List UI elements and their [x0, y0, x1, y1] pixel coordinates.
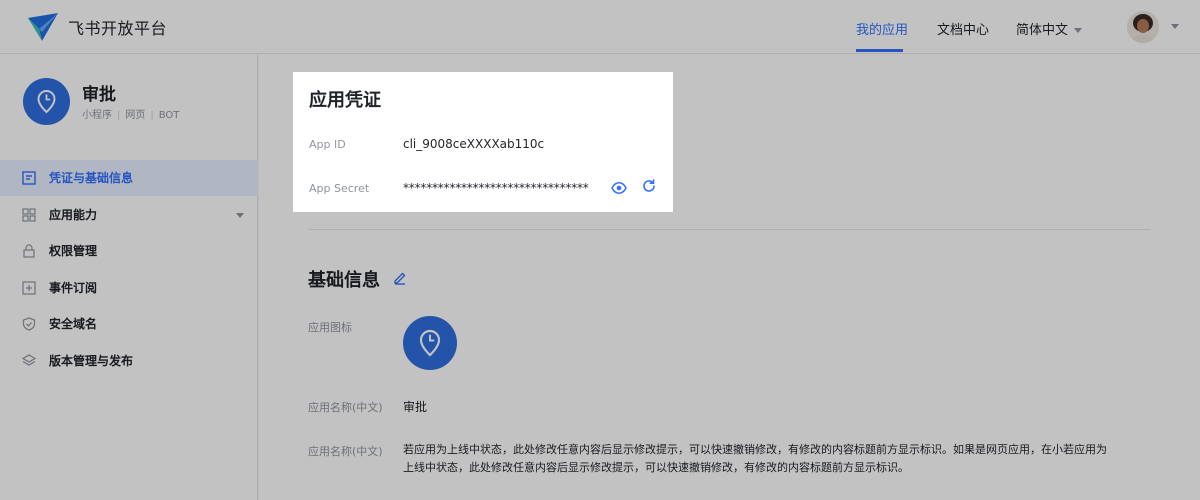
app-description-line: 上线中状态，此处修改任意内容后显示修改提示，可以快速撤销修改，有修改的内容标题前…	[403, 461, 909, 474]
section-divider	[308, 229, 1150, 230]
avatar-chevron-down-icon[interactable]	[1171, 24, 1179, 29]
language-label: 简体中文	[1016, 23, 1069, 38]
location-clock-icon	[419, 329, 441, 357]
app-description-line: 若应用为上线中状态，此处修改任意内容后显示修改提示，可以快速撤销修改，有修改的内…	[403, 443, 1107, 456]
app-type-tags: 小程序 | 网页 | BOT	[82, 110, 180, 121]
language-selector[interactable]: 简体中文	[1016, 19, 1083, 38]
app-icon-label: 应用图标	[308, 321, 352, 334]
chevron-down-icon	[1074, 28, 1083, 33]
sidebar-item-permissions[interactable]: 权限管理	[0, 233, 258, 269]
sidebar-item-events[interactable]: 事件订阅	[0, 270, 258, 306]
paper-plane-logo-icon[interactable]	[26, 12, 60, 42]
sidebar-item-security-domains[interactable]: 安全域名	[0, 306, 258, 342]
app-name-cn-label: 应用名称(中文)	[308, 401, 383, 414]
nav-docs[interactable]: 文档中心	[937, 19, 989, 38]
layers-icon	[22, 354, 36, 366]
app-description: 若应用为上线中状态，此处修改任意内容后显示修改提示，可以快速撤销修改，有修改的内…	[403, 441, 1163, 477]
app-tag: 小程序	[82, 110, 112, 121]
app-secret-value: ********************************	[403, 181, 589, 195]
platform-title[interactable]: 飞书开放平台	[68, 15, 167, 39]
sidebar: 审批 小程序 | 网页 | BOT 凭证与基础信息 应用能力 权限管理 事件订阅…	[0, 54, 258, 500]
avatar-person-icon	[1127, 11, 1159, 43]
lock-icon	[23, 244, 35, 258]
info-app-icon	[403, 316, 457, 370]
credentials-title: 应用凭证	[309, 90, 381, 111]
chevron-down-icon[interactable]	[236, 212, 244, 218]
sidebar-item-label: 凭证与基础信息	[49, 171, 134, 185]
credentials-card: 应用凭证 App ID cli_9008ceXXXXab110c App Sec…	[293, 72, 673, 212]
nav-active-indicator	[856, 49, 903, 52]
app-icon	[23, 78, 70, 125]
app-desc-label: 应用名称(中文)	[308, 445, 383, 458]
sidebar-item-label: 事件订阅	[49, 280, 98, 295]
edit-pencil-icon[interactable]	[392, 270, 407, 285]
app-id-value[interactable]: cli_9008ceXXXXab110c	[403, 137, 544, 151]
app-id-label: App ID	[309, 138, 346, 151]
shield-icon	[22, 317, 36, 332]
app-tag: 网页	[125, 110, 146, 121]
sidebar-item-label: 安全域名	[49, 317, 98, 332]
refresh-icon[interactable]	[642, 179, 656, 193]
nav-my-apps[interactable]: 我的应用	[856, 19, 908, 38]
app-tag: BOT	[158, 110, 180, 121]
sidebar-item-label: 版本管理与发布	[49, 353, 134, 368]
app-name: 审批	[82, 85, 116, 105]
eye-icon[interactable]	[611, 181, 627, 195]
app-name-cn-value: 审批	[403, 400, 428, 414]
plus-square-icon	[22, 281, 36, 295]
document-icon	[22, 171, 36, 185]
sidebar-item-capabilities[interactable]: 应用能力	[0, 197, 258, 233]
sidebar-item-label: 应用能力	[49, 207, 98, 222]
top-bar: 飞书开放平台 我的应用 文档中心 简体中文	[0, 0, 1200, 54]
grid-icon	[22, 207, 36, 222]
location-clock-icon	[37, 89, 56, 114]
sidebar-item-credentials[interactable]: 凭证与基础信息	[0, 160, 258, 196]
app-secret-label: App Secret	[309, 182, 370, 195]
sidebar-item-versions[interactable]: 版本管理与发布	[0, 343, 258, 379]
user-avatar[interactable]	[1127, 11, 1159, 43]
basic-info-title: 基础信息	[308, 270, 380, 291]
sidebar-menu: 凭证与基础信息 应用能力 权限管理 事件订阅 安全域名 版本管理与发布	[0, 160, 258, 380]
sidebar-item-label: 权限管理	[49, 244, 98, 259]
